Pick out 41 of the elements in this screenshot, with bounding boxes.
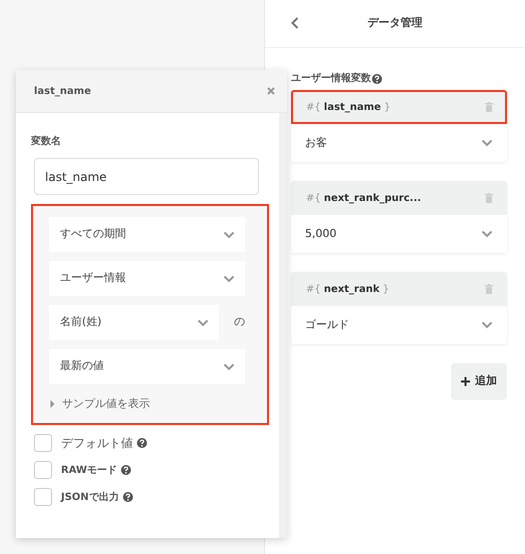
- dropdown[interactable]: 最新の値: [49, 349, 245, 384]
- chevron-down-icon: [481, 230, 493, 238]
- sample-toggle[interactable]: サンプル値を表示: [49, 396, 150, 412]
- help-icon: [122, 492, 133, 502]
- dropdown[interactable]: 名前(姓): [49, 305, 219, 340]
- back-icon[interactable]: [291, 17, 299, 29]
- chevron-down-icon: [481, 321, 493, 329]
- dropdown[interactable]: ユーザー情報: [49, 261, 245, 296]
- option-label: デフォルト値: [61, 435, 133, 452]
- value-dropdown[interactable]: 5,000: [291, 215, 507, 253]
- value-dropdown[interactable]: お客: [291, 124, 507, 162]
- help-icon: [137, 438, 147, 448]
- variable-name-field[interactable]: last_name: [34, 158, 259, 195]
- add-button[interactable]: 追加: [451, 363, 507, 400]
- checkbox[interactable]: [34, 461, 52, 480]
- variable-name: #{ next_rank_purc...: [306, 192, 422, 206]
- chevron-down-icon: [223, 362, 235, 370]
- help-icon: [372, 74, 382, 84]
- suffix-label: の: [234, 314, 245, 330]
- plus-icon: [461, 376, 470, 386]
- checkbox[interactable]: [34, 434, 52, 452]
- variable-name: #{ next_rank }: [306, 282, 390, 296]
- trash-icon[interactable]: [485, 193, 493, 203]
- value-dropdown[interactable]: ゴールド: [291, 306, 507, 344]
- chevron-down-icon: [223, 274, 235, 282]
- trash-icon[interactable]: [485, 284, 493, 294]
- option-label: JSONで出力: [61, 490, 119, 505]
- variable-name: #{ last_name }: [306, 100, 390, 114]
- panel-title: データ管理: [368, 15, 422, 32]
- trash-icon[interactable]: [485, 102, 493, 112]
- dropdown[interactable]: すべての期間: [49, 217, 245, 252]
- checkbox[interactable]: [34, 488, 52, 506]
- option-label: RAWモード: [61, 464, 118, 478]
- chevron-down-icon: [223, 230, 235, 238]
- section-label: ユーザー情報変数: [291, 71, 371, 86]
- close-icon[interactable]: [267, 87, 275, 95]
- popup-title: last_name: [34, 84, 91, 98]
- chevron-down-icon: [197, 318, 209, 326]
- help-icon: [121, 465, 132, 476]
- chevron-down-icon: [481, 139, 493, 147]
- field-label: 変数名: [31, 134, 61, 149]
